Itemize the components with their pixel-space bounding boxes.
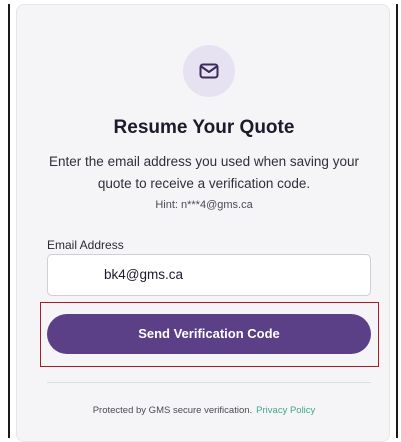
email-field[interactable]: bk4@gms.ca xyxy=(47,254,371,296)
email-hint: Hint: n***4@gms.ca xyxy=(155,199,253,211)
privacy-policy-link[interactable]: Privacy Policy xyxy=(256,405,315,416)
divider xyxy=(47,382,371,383)
footer-text: Protected by GMS secure verification. xyxy=(92,405,253,416)
email-label: Email Address xyxy=(47,238,124,252)
mail-icon-badge xyxy=(183,45,235,97)
resume-quote-card: Resume Your Quote Enter the email addres… xyxy=(16,4,390,442)
window-frame: Resume Your Quote Enter the email addres… xyxy=(8,4,398,442)
send-verification-code-button[interactable]: Send Verification Code xyxy=(47,314,371,354)
instructions-text: Enter the email address you used when sa… xyxy=(49,154,359,191)
mail-icon xyxy=(199,63,219,79)
page-title: Resume Your Quote xyxy=(113,117,295,138)
footer: Protected by GMS secure verification. Pri… xyxy=(17,405,391,416)
